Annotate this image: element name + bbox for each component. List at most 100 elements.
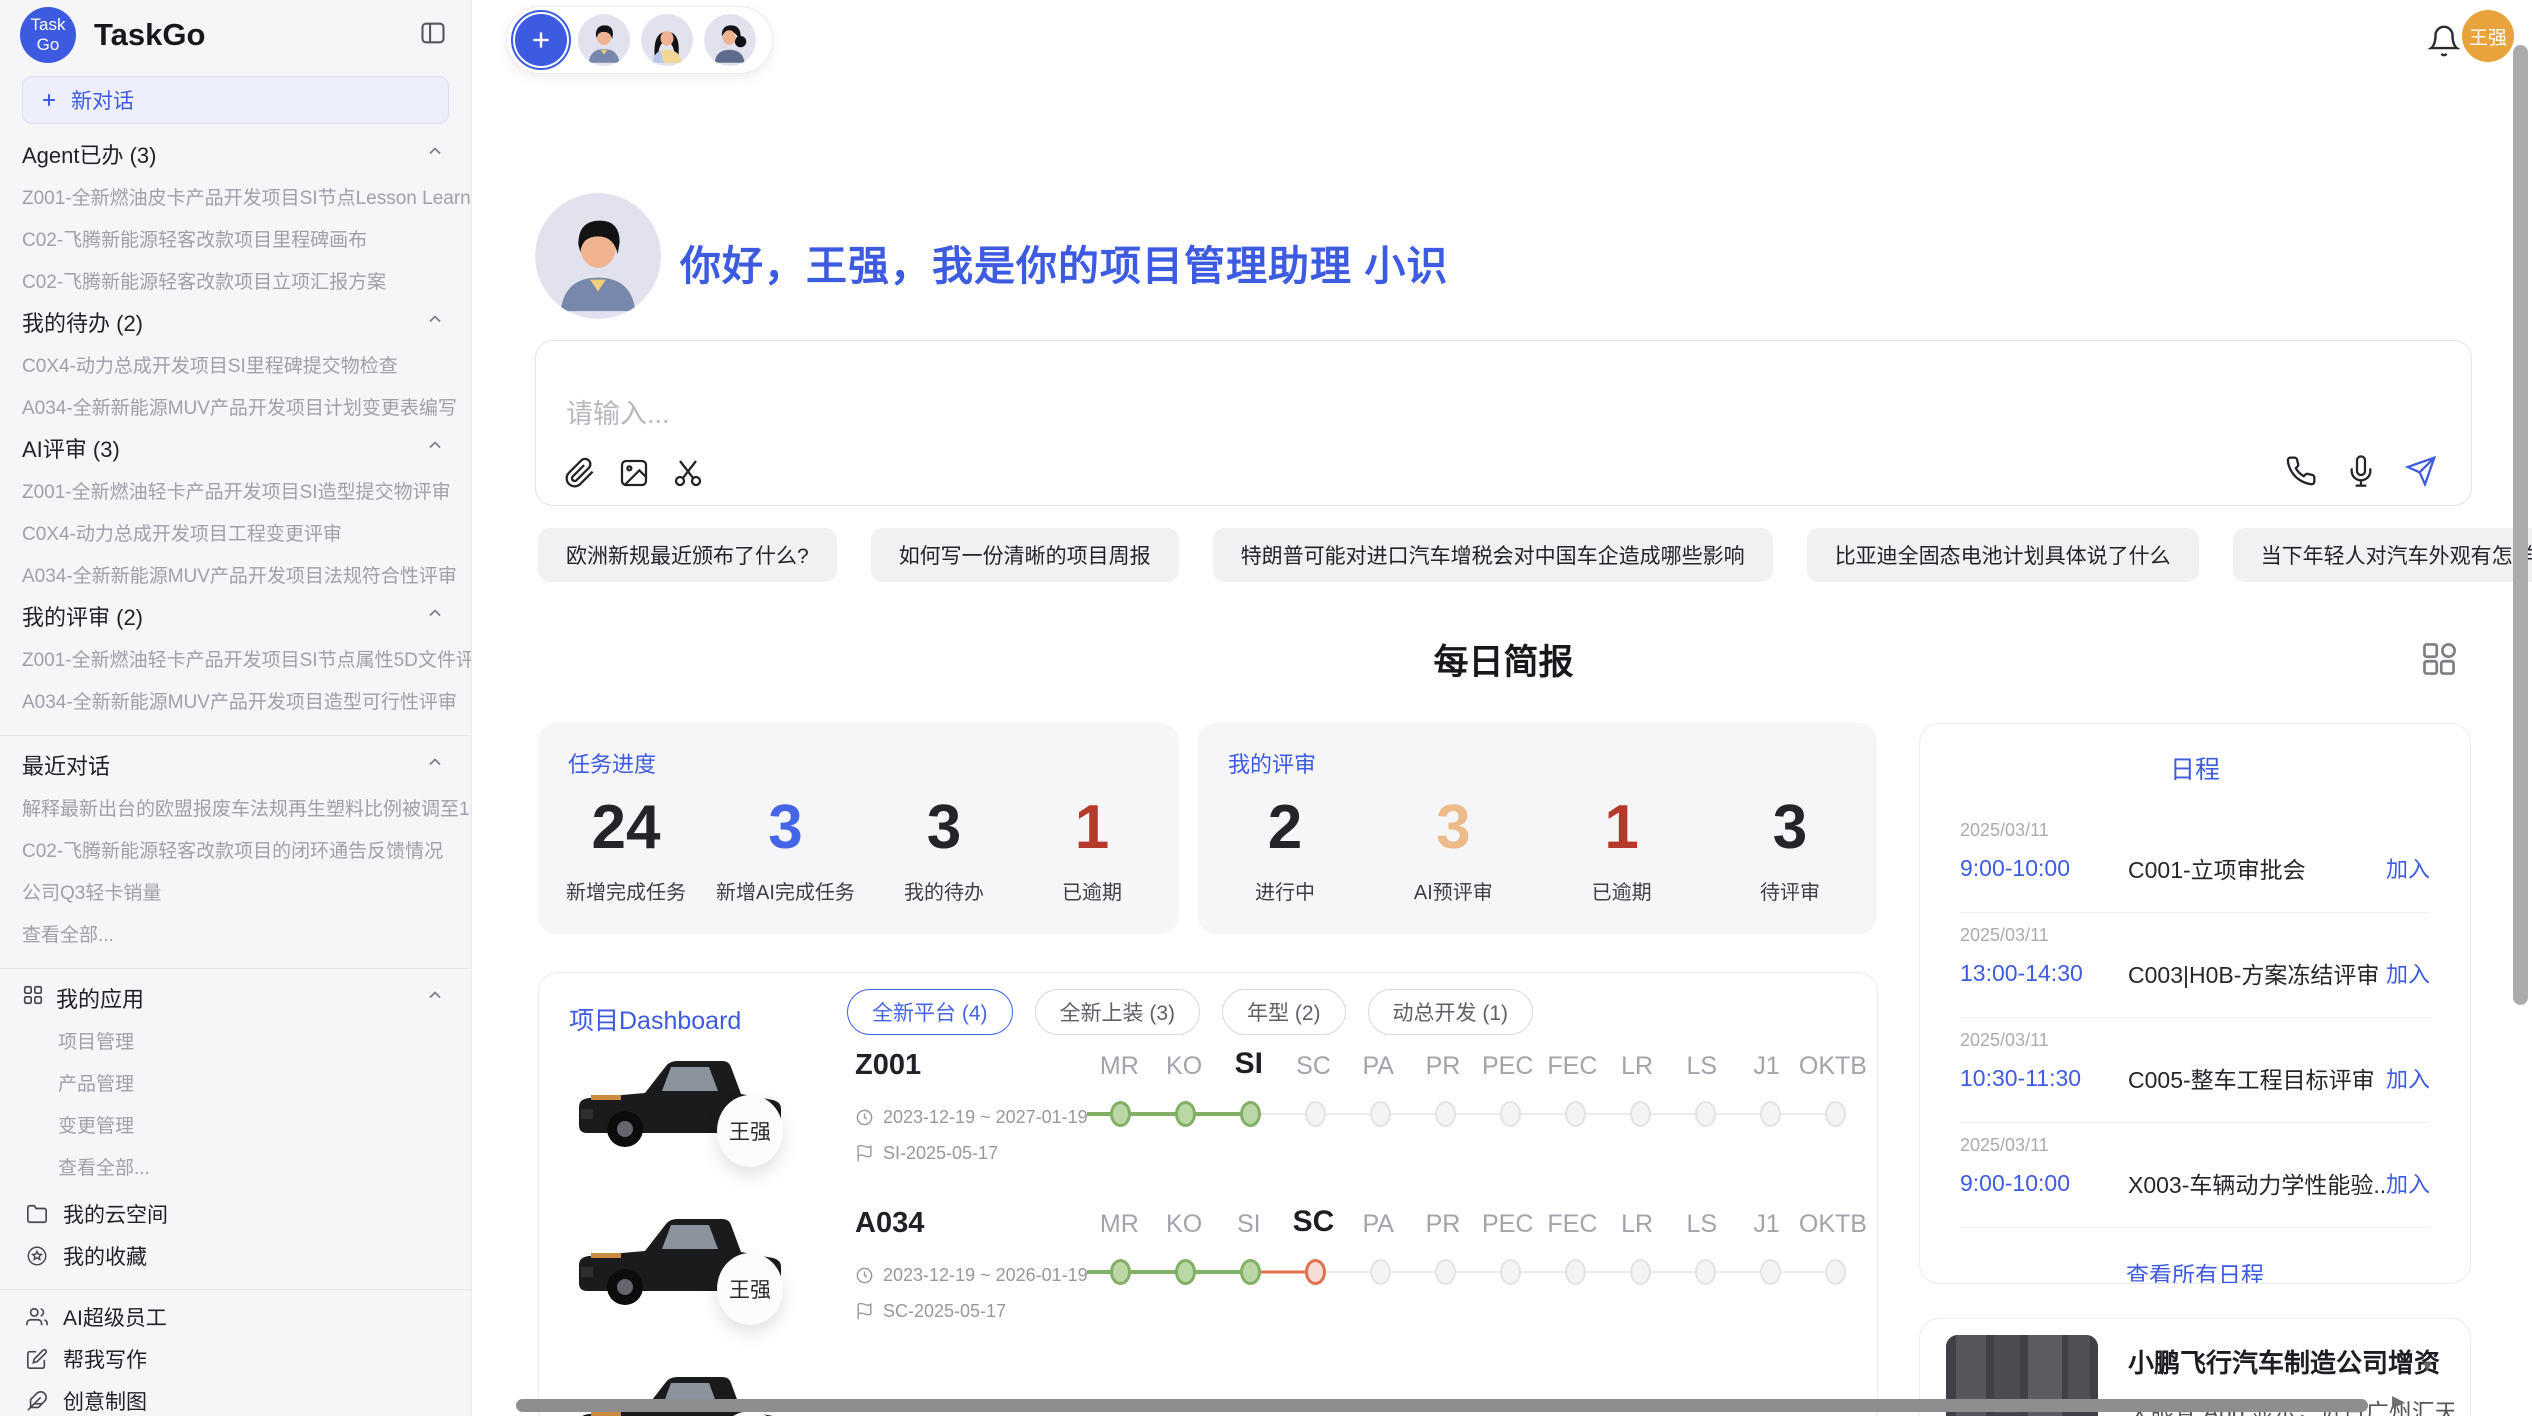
tab-new-body[interactable]: 全新上装 (3) (1035, 989, 1201, 1035)
list-item[interactable]: Z001-全新燃油皮卡产品开发项目SI节点Lesson Learn报告 (0, 175, 471, 217)
project-row[interactable]: 王强 A034 2023-12-19 ~ 2026-01-19 SC-2025-… (567, 1191, 1878, 1343)
section-my-review[interactable]: 我的评审 (2) (0, 595, 471, 637)
microphone-icon[interactable] (2345, 455, 2377, 487)
chevron-up-icon[interactable] (425, 309, 445, 335)
notification-bell-icon[interactable] (2427, 24, 2461, 63)
view-all-schedule-link[interactable]: 查看所有日程 (1920, 1256, 2470, 1284)
suggestion-chip[interactable]: 如何写一份清晰的项目周报 (871, 528, 1179, 582)
tab-model-year[interactable]: 年型 (2) (1222, 989, 1346, 1035)
list-item[interactable]: A034-全新新能源MUV产品开发项目法规符合性评审 (0, 553, 471, 595)
list-item[interactable]: 解释最新出台的欧盟报废车法规再生塑料比例被调至15%... (0, 786, 471, 828)
chevron-up-icon[interactable] (425, 752, 445, 778)
list-item[interactable]: 公司Q3轻卡销量 (0, 870, 471, 912)
sidebar-item-cloud[interactable]: 我的云空间 (0, 1193, 471, 1235)
sidebar-item-ai-staff[interactable]: AI超级员工 (0, 1296, 471, 1338)
suggestion-chip[interactable]: 欧洲新规最近颁布了什么? (538, 528, 837, 582)
milestone-dot[interactable] (1565, 1101, 1586, 1127)
view-all-apps[interactable]: 查看全部... (0, 1145, 471, 1187)
milestone-dot[interactable] (1630, 1259, 1651, 1285)
milestone-dot[interactable] (1695, 1259, 1716, 1285)
scroll-right-arrow[interactable]: ▶ (2392, 1392, 2405, 1412)
list-item[interactable]: Z001-全新燃油轻卡产品开发项目SI造型提交物评审 (0, 469, 471, 511)
section-ai-review[interactable]: AI评审 (3) (0, 427, 471, 469)
schedule-item[interactable]: 2025/03/11 9:00-10:00 X003-车辆动力学性能验... 加… (1920, 1123, 2470, 1213)
milestone-dot[interactable] (1305, 1101, 1326, 1127)
section-my-apps[interactable]: 我的应用 (0, 977, 471, 1019)
join-link[interactable]: 加入 (2386, 1062, 2430, 1094)
milestone-dot[interactable] (1435, 1259, 1456, 1285)
section-my-todo[interactable]: 我的待办 (2) (0, 301, 471, 343)
milestone-dot[interactable] (1175, 1259, 1196, 1285)
milestone-dot[interactable] (1500, 1101, 1521, 1127)
milestone-dot[interactable] (1500, 1259, 1521, 1285)
milestone-dot[interactable] (1110, 1259, 1131, 1285)
join-link[interactable]: 加入 (2386, 957, 2430, 989)
chevron-up-icon[interactable] (425, 985, 445, 1011)
agent-avatar-1[interactable] (578, 14, 630, 66)
app-item-change[interactable]: 变更管理 (0, 1103, 471, 1145)
milestone-dot[interactable] (1435, 1101, 1456, 1127)
milestone-dot[interactable] (1825, 1101, 1846, 1127)
view-all-chats[interactable]: 查看全部... (0, 912, 471, 954)
milestone-dot[interactable] (1825, 1259, 1846, 1285)
milestone-dot[interactable] (1240, 1101, 1261, 1127)
schedule-item[interactable]: 2025/03/11 9:00-10:00 C001-立项审批会 加入 (1920, 808, 2470, 898)
sidebar-item-favorites[interactable]: 我的收藏 (0, 1235, 471, 1277)
list-item[interactable]: A034-全新新能源MUV产品开发项目计划变更表编写 (0, 385, 471, 427)
list-item[interactable]: A034-全新新能源MUV产品开发项目造型可行性评审 (0, 679, 471, 721)
list-item[interactable]: C0X4-动力总成开发项目SI里程碑提交物检查 (0, 343, 471, 385)
image-icon[interactable] (618, 457, 650, 489)
milestone-dot[interactable] (1370, 1259, 1391, 1285)
agent-avatar-3[interactable] (704, 14, 756, 66)
chevron-up-icon[interactable] (425, 435, 445, 461)
chat-input[interactable] (566, 399, 1766, 430)
milestone-dot[interactable] (1760, 1101, 1781, 1127)
join-link[interactable]: 加入 (2386, 852, 2430, 884)
scissors-icon[interactable] (672, 457, 704, 489)
suggestion-chip[interactable]: 当下年轻人对汽车外观有怎样的喜好趋势 (2233, 528, 2532, 582)
list-item[interactable]: C02-飞腾新能源轻客改款项目的闭环通告反馈情况 (0, 828, 471, 870)
list-item[interactable]: C0X4-动力总成开发项目工程变更评审 (0, 511, 471, 553)
attachment-icon[interactable] (564, 457, 596, 489)
suggestion-chip[interactable]: 特朗普可能对进口汽车增税会对中国车企造成哪些影响 (1213, 528, 1773, 582)
send-icon[interactable] (2405, 455, 2437, 487)
user-avatar[interactable]: 王强 (2462, 10, 2514, 62)
new-chat-button[interactable]: 新对话 (22, 76, 449, 124)
list-item[interactable]: C02-飞腾新能源轻客改款项目里程碑画布 (0, 217, 471, 259)
suggestion-chip[interactable]: 比亚迪全固态电池计划具体说了什么 (1807, 528, 2199, 582)
scroll-down-arrow[interactable]: ▼ (2420, 1358, 2435, 1375)
milestone-dot[interactable] (1175, 1101, 1196, 1127)
tab-new-platform[interactable]: 全新平台 (4) (847, 989, 1013, 1035)
layout-grid-icon[interactable] (2420, 640, 2458, 683)
list-item[interactable]: Z001-全新燃油轻卡产品开发项目SI节点属性5D文件评审 (0, 637, 471, 679)
sidebar-item-write[interactable]: 帮我写作 (0, 1338, 471, 1380)
schedule-item[interactable]: 2025/03/11 13:00-14:30 C003|H0B-方案冻结评审 加… (1920, 913, 2470, 1003)
add-agent-button[interactable] (515, 14, 567, 66)
milestone-label: SC (1281, 1205, 1346, 1239)
join-link[interactable]: 加入 (2386, 1167, 2430, 1199)
app-item-product[interactable]: 产品管理 (0, 1061, 471, 1103)
section-agent-done[interactable]: Agent已办 (3) (0, 133, 471, 175)
milestone-dot[interactable] (1630, 1101, 1651, 1127)
milestone-dot[interactable] (1305, 1259, 1326, 1285)
milestone-dot[interactable] (1240, 1259, 1261, 1285)
chevron-up-icon[interactable] (425, 603, 445, 629)
sidebar-item-draw[interactable]: 创意制图 (0, 1380, 471, 1416)
collapse-sidebar-icon[interactable] (419, 19, 447, 52)
vertical-scrollbar[interactable] (2513, 45, 2528, 1005)
milestone-dot[interactable] (1370, 1101, 1391, 1127)
chevron-up-icon[interactable] (425, 141, 445, 167)
phone-icon[interactable] (2285, 455, 2317, 487)
app-item-project[interactable]: 项目管理 (0, 1019, 471, 1061)
milestone-dot[interactable] (1695, 1101, 1716, 1127)
schedule-item[interactable]: 2025/03/11 10:30-11:30 C005-整车工程目标评审 加入 (1920, 1018, 2470, 1108)
milestone-dot[interactable] (1110, 1101, 1131, 1127)
list-item[interactable]: C02-飞腾新能源轻客改款项目立项汇报方案 (0, 259, 471, 301)
horizontal-scrollbar[interactable] (516, 1399, 2368, 1412)
project-row[interactable]: 王强 Z001 2023-12-19 ~ 2027-01-19 SI-2025-… (567, 1033, 1878, 1185)
milestone-dot[interactable] (1565, 1259, 1586, 1285)
milestone-dot[interactable] (1760, 1259, 1781, 1285)
section-recent-chats[interactable]: 最近对话 (0, 744, 471, 786)
agent-avatar-2[interactable] (641, 14, 693, 66)
tab-powertrain[interactable]: 动总开发 (1) (1368, 989, 1534, 1035)
